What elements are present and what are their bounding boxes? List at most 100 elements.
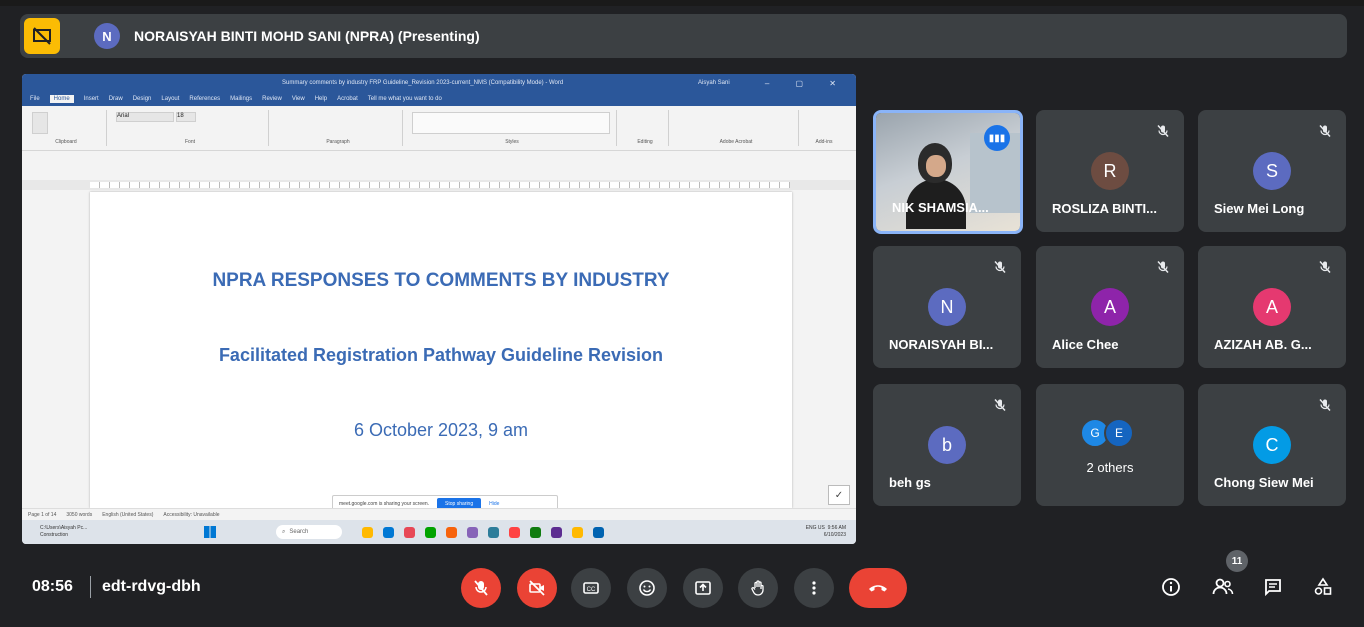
word-menu-tab[interactable]: Review — [262, 96, 282, 102]
mic-muted-icon — [1314, 256, 1336, 278]
taskbar-apps — [362, 526, 604, 538]
word-menu-tab[interactable]: Help — [315, 96, 327, 102]
system-tray[interactable]: ENG US 9:56 AM 6/10/2023 — [806, 525, 846, 539]
taskbar-app-icon[interactable] — [446, 526, 457, 538]
participant-name: NORAISYAH BI... — [889, 337, 994, 352]
meeting-code: edt-rdvg-dbh — [102, 578, 201, 595]
participant-name: Alice Chee — [1052, 337, 1119, 352]
taskbar-app-icon[interactable] — [467, 526, 478, 538]
participant-tile[interactable]: A Alice Chee — [1036, 246, 1184, 368]
word-menu-tab[interactable]: Mailings — [230, 96, 252, 102]
font-size-box[interactable]: 18 — [176, 112, 196, 122]
search-icon: ⌕ — [282, 528, 286, 535]
activities-button[interactable] — [1308, 572, 1338, 602]
taskbar-pinned-item[interactable]: C:\Users\Aisyah Pc... Construction — [40, 525, 190, 539]
speaking-indicator-icon: ▮▮▮ — [984, 125, 1010, 151]
ribbon-group-paragraph: Paragraph — [274, 110, 403, 146]
meeting-time: 08:56 — [32, 578, 73, 595]
ribbon-label-font: Font — [184, 139, 195, 145]
participant-tile[interactable]: GE 2 others — [1036, 384, 1184, 506]
ribbon-group-styles: Styles — [408, 110, 617, 146]
word-menu-tab[interactable]: Home — [49, 95, 74, 103]
taskbar-app-icon[interactable] — [383, 526, 394, 538]
presenter-bar: N NORAISYAH BINTI MOHD SANI (NPRA) (Pres… — [20, 14, 1347, 58]
ribbon-group-acrobat: Adobe Acrobat — [674, 110, 799, 146]
ribbon-group-editing: Editing — [622, 110, 669, 146]
mic-muted-icon — [989, 256, 1011, 278]
mic-toggle-button[interactable] — [461, 568, 501, 608]
stop-presenting-button[interactable] — [24, 18, 60, 54]
word-menu-tab[interactable]: File — [30, 96, 40, 102]
mic-muted-icon — [1314, 394, 1336, 416]
hide-notice-link[interactable]: Hide — [489, 501, 499, 507]
taskbar-app-icon[interactable] — [551, 526, 562, 538]
leave-call-button[interactable] — [849, 568, 907, 608]
status-bar-item: English (United States) — [102, 512, 154, 518]
camera-toggle-button[interactable] — [517, 568, 557, 608]
word-menu-tab[interactable]: References — [189, 96, 220, 102]
document-subheading: Facilitated Registration Pathway Guideli… — [218, 345, 664, 365]
people-button[interactable] — [1208, 572, 1238, 602]
word-menu-tab[interactable]: Draw — [109, 96, 123, 102]
word-menu-tab[interactable]: Acrobat — [337, 96, 358, 102]
presenter-avatar: N — [94, 23, 120, 49]
taskbar-app-icon[interactable] — [404, 526, 415, 538]
word-menu-tab[interactable]: View — [292, 96, 305, 102]
taskbar-item-subtitle: Construction — [40, 532, 69, 538]
ribbon-label-editing: Editing — [637, 139, 653, 145]
participant-avatar: A — [1253, 288, 1291, 326]
mic-muted-icon — [1152, 256, 1174, 278]
document-heading: NPRA RESPONSES TO COMMENTS BY INDUSTRY — [212, 270, 670, 291]
emoji-reaction-button[interactable] — [627, 568, 667, 608]
windows-start-icon[interactable] — [204, 526, 216, 538]
taskbar-app-icon[interactable] — [572, 526, 583, 538]
participant-tile[interactable]: b beh gs — [873, 384, 1021, 506]
more-options-button[interactable] — [794, 568, 834, 608]
word-user-label: Aisyah Sani — [698, 80, 730, 86]
participant-tile[interactable]: N NORAISYAH BI... — [873, 246, 1021, 368]
others-avatars: GE — [1080, 418, 1134, 448]
participant-tile[interactable]: A AZIZAH AB. G... — [1198, 246, 1346, 368]
participant-tile[interactable]: S Siew Mei Long — [1198, 110, 1346, 232]
windows-taskbar: C:\Users\Aisyah Pc... Construction ⌕ Sea… — [22, 520, 856, 544]
taskbar-search-input[interactable]: ⌕ Search — [276, 525, 342, 539]
svg-text:CC: CC — [587, 587, 596, 593]
captions-button[interactable]: CC — [571, 568, 611, 608]
presenter-title: NORAISYAH BINTI MOHD SANI (NPRA) (Presen… — [134, 28, 480, 44]
checkmark-icon[interactable]: ✓ — [828, 485, 850, 505]
share-notice-text: meet.google.com is sharing your screen. — [339, 501, 430, 507]
ribbon-label-styles: Styles — [505, 139, 519, 145]
emoji-icon — [639, 580, 655, 596]
word-menu-bar: File Home Insert Draw Design Layout References… — [22, 92, 856, 106]
raise-hand-button[interactable] — [738, 568, 778, 608]
participant-tile[interactable]: C Chong Siew Mei — [1198, 384, 1346, 506]
status-bar-item: 3050 words — [66, 512, 93, 518]
people-icon — [1212, 578, 1234, 595]
tray-time: 9:56 AM — [827, 525, 846, 531]
taskbar-app-icon[interactable] — [530, 526, 541, 538]
taskbar-app-icon[interactable] — [509, 526, 520, 538]
word-menu-tab[interactable]: Insert — [84, 96, 99, 102]
word-title-bar: Summary comments by industry FRP Guideli… — [22, 74, 856, 92]
status-bar-item: Page 1 of 14 — [28, 512, 57, 518]
mic-muted-icon — [1314, 120, 1336, 142]
word-menu-tab[interactable]: Tell me what you want to do — [368, 96, 442, 102]
taskbar-app-icon[interactable] — [488, 526, 499, 538]
word-menu-tab[interactable]: Layout — [161, 96, 179, 102]
word-menu-tab[interactable]: Design — [133, 96, 152, 102]
chat-button[interactable] — [1258, 572, 1288, 602]
participant-avatar: A — [1091, 288, 1129, 326]
taskbar-app-icon[interactable] — [425, 526, 436, 538]
styles-gallery[interactable] — [412, 112, 610, 134]
present-now-button[interactable] — [683, 568, 723, 608]
hang-up-icon — [869, 585, 887, 592]
mic-off-icon — [474, 580, 488, 596]
participant-avatar: b — [928, 426, 966, 464]
taskbar-app-icon[interactable] — [593, 526, 604, 538]
font-name-box[interactable]: Arial — [116, 112, 174, 122]
taskbar-app-icon[interactable] — [362, 526, 373, 538]
meeting-info-button[interactable] — [1156, 572, 1186, 602]
participant-tile[interactable]: R ROSLIZA BINTI... — [1036, 110, 1184, 232]
bottom-controls-bar: 08:56 edt-rdvg-dbh CC 11 — [0, 550, 1364, 627]
participant-tile[interactable]: ▮▮▮ NIK SHAMSIA... — [873, 110, 1023, 234]
